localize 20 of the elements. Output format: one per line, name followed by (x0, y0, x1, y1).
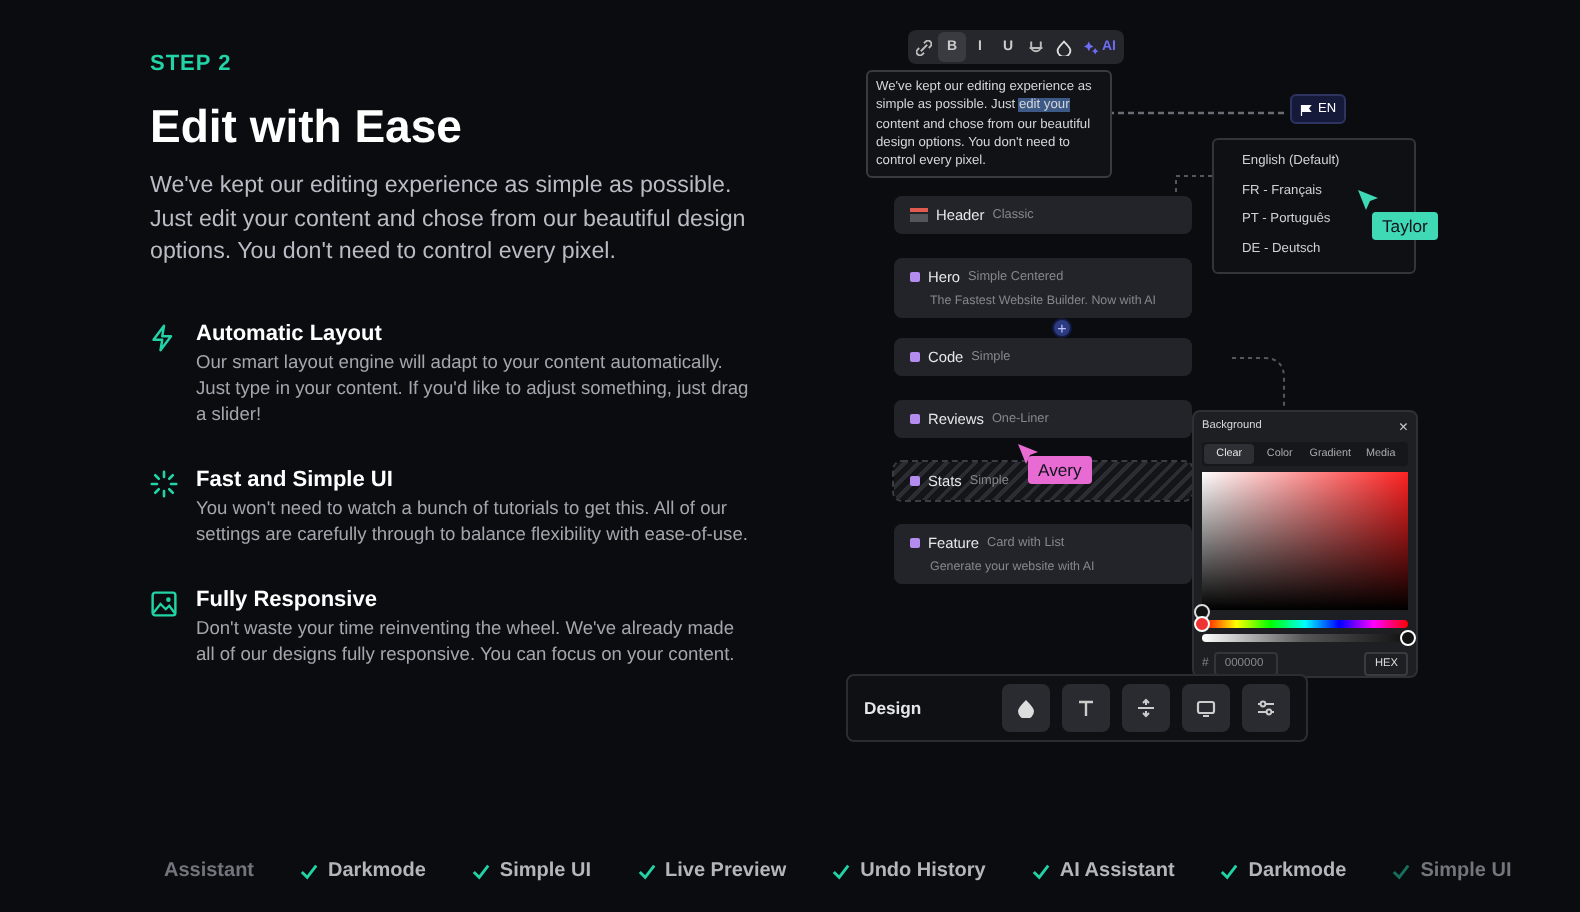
feature-tag: Simple UI (1420, 860, 1512, 882)
feature-tag: Assistant (164, 860, 255, 882)
feature-tag: Live Preview (665, 860, 787, 882)
feature-description: You won't need to watch a bunch of tutorials to get this. All of our settings are carefully through to balance flexibility with ease-of-use. (196, 495, 750, 547)
feature-description: Don't waste your time reinventing the wheel. We've already made all of our designs fully responsive. You can focus on your content. (196, 615, 737, 667)
feature-title: Automatic Layout (196, 321, 384, 345)
step-label: STEP 2 (150, 52, 234, 76)
feature-tag: AI Assistant (1059, 860, 1175, 882)
feature-tag: Darkmode (1248, 860, 1347, 882)
feature-tag: Simple UI (499, 860, 591, 882)
feature-tag: Undo History (860, 860, 986, 882)
cursor-name-tooltip: Avery (1028, 456, 1092, 484)
feature-title: Fully Responsive (196, 587, 379, 611)
feature-title: Fast and Simple UI (196, 467, 395, 491)
toolbar-label: Design (864, 698, 922, 718)
feature-tag: Darkmode (328, 860, 426, 882)
intro-paragraph: We've kept our editing experience as simple as possible. Just edit your content and chose from our beautiful design options. You don't need to control every pixel. (150, 170, 748, 268)
section-title: Edit with Ease (150, 100, 464, 154)
feature-description: Our smart layout engine will adapt to your content automatically. Just type in your content. If you'd like to adjust something, just drag a slider! (196, 349, 751, 427)
cursor-name-tooltip: Taylor (1372, 212, 1438, 240)
